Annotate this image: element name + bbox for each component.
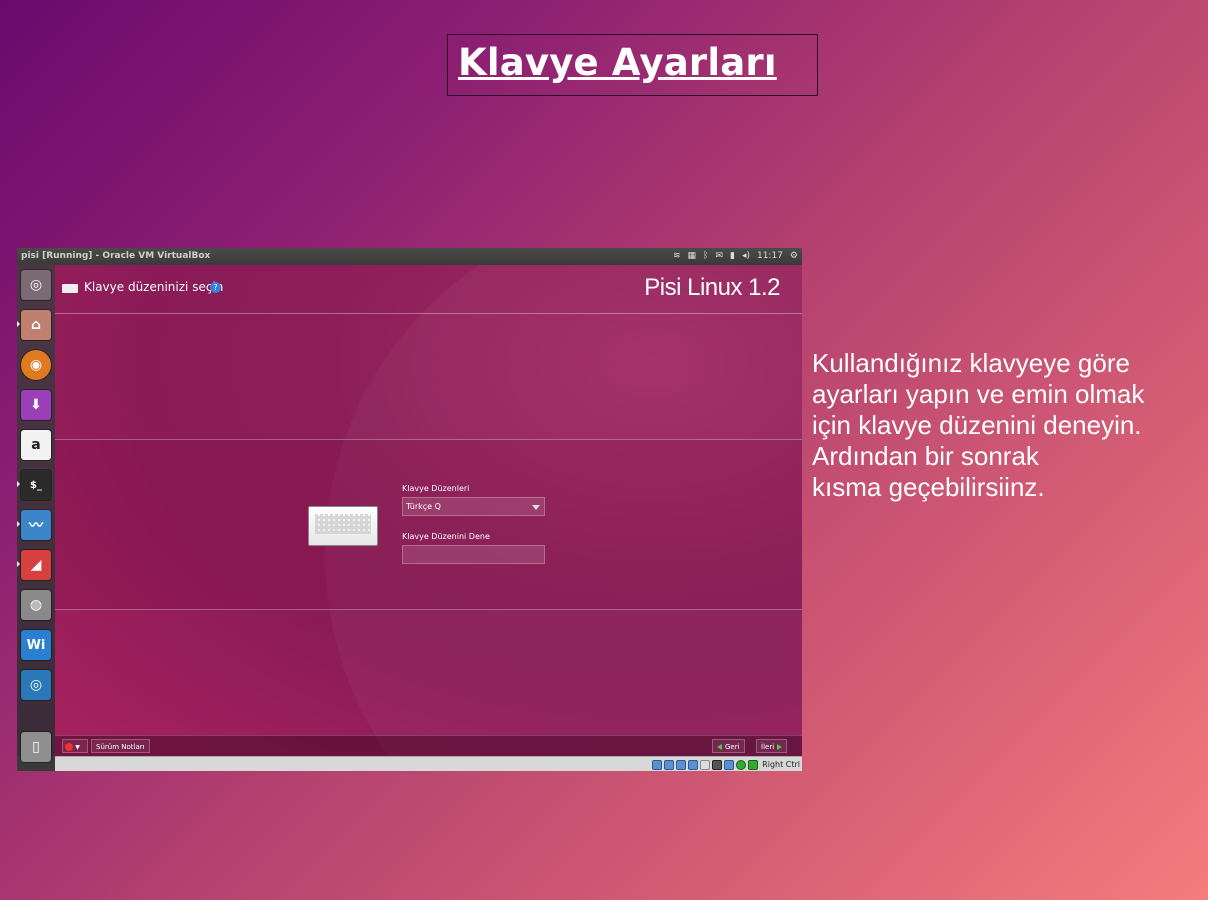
help-icon[interactable]: ?: [210, 282, 221, 293]
volume-icon[interactable]: ◂): [742, 248, 750, 265]
vm-window-title: pisi [Running] - Oracle VM VirtualBox: [21, 251, 211, 261]
hard-disk-icon[interactable]: [652, 759, 663, 770]
keyboard-illustration-icon: [308, 506, 378, 546]
test-label: Klavye Düzenini Dene: [402, 532, 490, 541]
slide-description: Kullandığınız klavyeye göre ayarları yap…: [812, 348, 1192, 503]
mouse-integration-icon[interactable]: [736, 759, 747, 770]
keyboard-icon: [62, 284, 78, 293]
gear-icon[interactable]: ⚙: [790, 248, 798, 265]
description-line: Ardından bir sonrak: [812, 441, 1039, 471]
slide-title: Klavye Ayarları: [458, 41, 777, 84]
trash-icon[interactable]: ▯: [21, 732, 51, 762]
terminal-icon[interactable]: $_: [21, 470, 51, 500]
description-line: için klavye düzenini deneyin.: [812, 410, 1142, 440]
running-indicator-icon: [17, 521, 20, 527]
webcam-icon[interactable]: ◍: [21, 590, 51, 620]
vm-titlebar: pisi [Running] - Oracle VM VirtualBox ≋ …: [17, 248, 802, 265]
running-indicator-icon: [17, 321, 20, 327]
wi-icon[interactable]: Wi: [21, 630, 51, 660]
host-key-icon[interactable]: [748, 759, 759, 770]
virtualbox-window: pisi [Running] - Oracle VM VirtualBox ≋ …: [17, 248, 802, 771]
chevron-down-icon: [532, 505, 540, 510]
shared-folders-icon[interactable]: [688, 759, 699, 770]
firefox-icon[interactable]: ◉: [21, 350, 51, 380]
back-button[interactable]: Geri: [712, 739, 745, 753]
description-line: kısma geçebilirsiinz.: [812, 472, 1045, 502]
vm-statusbar: Right Ctrl: [55, 756, 802, 771]
battery-icon[interactable]: ▮: [730, 248, 735, 265]
next-button-label: İleri: [761, 743, 775, 751]
recording-icon[interactable]: [724, 759, 735, 770]
clock[interactable]: 11:17: [757, 248, 783, 265]
brand-logo: Pisi Linux 1.2: [644, 274, 780, 301]
audio-icon[interactable]: ◎: [21, 670, 51, 700]
layout-dropdown[interactable]: Türkçe Q: [402, 497, 545, 516]
arrow-left-icon: [717, 744, 722, 750]
pisi-logo-icon: [65, 743, 73, 751]
running-indicator-icon: [17, 561, 20, 567]
optical-drive-icon[interactable]: [664, 759, 675, 770]
download-icon[interactable]: ⬇: [21, 390, 51, 420]
installer-header: Klavye düzeninizi seçin ? Pisi Linux 1.2: [55, 265, 802, 314]
installer-footer: ▼ Sürüm Notları Geri İleri: [55, 735, 802, 756]
keyboard-indicator-icon[interactable]: ▦: [688, 248, 697, 265]
network-icon[interactable]: [712, 759, 723, 770]
step-title: Klavye düzeninizi seçin: [84, 280, 224, 294]
description-line: ayarları yapın ve emin olmak: [812, 379, 1145, 409]
slide-title-box: Klavye Ayarları: [447, 34, 818, 96]
host-key-label: Right Ctrl: [762, 760, 800, 769]
installer-screen: Klavye düzeninizi seçin ? Pisi Linux 1.2…: [55, 265, 802, 756]
next-button[interactable]: İleri: [756, 739, 788, 753]
chevron-down-icon: ▼: [75, 744, 80, 751]
unity-launcher: ◎ ⌂ ◉ ⬇ a $_ 〰 ◢ ◍ Wi ◎ ▯: [17, 265, 55, 762]
wifi-icon[interactable]: ≋: [673, 248, 681, 265]
back-button-label: Geri: [725, 743, 740, 751]
mail-icon[interactable]: ✉: [715, 248, 723, 265]
display-icon[interactable]: [700, 759, 711, 770]
layouts-label: Klavye Düzenleri: [402, 484, 470, 493]
pisi-menu-button[interactable]: ▼: [62, 739, 88, 753]
keyboard-test-input[interactable]: [402, 545, 545, 564]
system-tray: ≋ ▦ ᛒ ✉ ▮ ◂) 11:17 ⚙: [673, 248, 798, 265]
files-icon[interactable]: ⌂: [21, 310, 51, 340]
arrow-right-icon: [777, 744, 783, 750]
description-line: Kullandığınız klavyeye göre: [812, 348, 1130, 378]
amazon-icon[interactable]: a: [21, 430, 51, 460]
layout-dropdown-value: Türkçe Q: [406, 502, 441, 511]
usb-icon[interactable]: [676, 759, 687, 770]
app-icon[interactable]: ◢: [21, 550, 51, 580]
dash-icon[interactable]: ◎: [21, 270, 51, 300]
bluetooth-icon[interactable]: ᛒ: [703, 248, 708, 265]
system-monitor-icon[interactable]: 〰: [21, 510, 51, 540]
running-indicator-icon: [17, 481, 20, 487]
release-notes-button[interactable]: Sürüm Notları: [91, 739, 150, 753]
statusbar-icons: Right Ctrl: [652, 758, 800, 771]
keyboard-settings-panel: Klavye Düzenleri Türkçe Q Klavye Düzenin…: [55, 439, 802, 610]
